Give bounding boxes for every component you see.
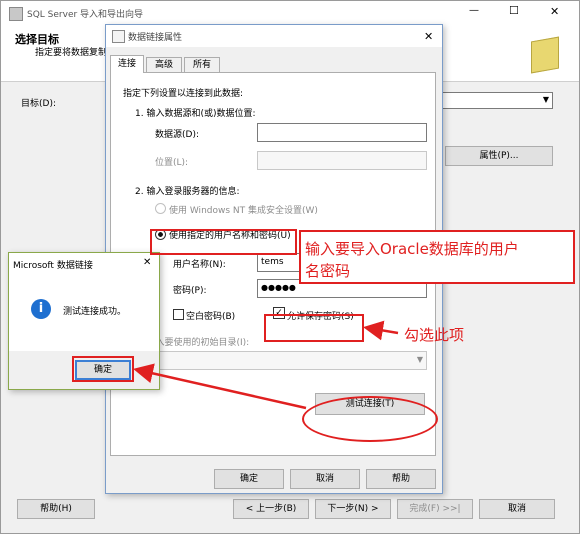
ok-arrow bbox=[133, 363, 307, 410]
check-arrow bbox=[363, 320, 399, 341]
tab-connection[interactable]: 连接 bbox=[110, 55, 144, 73]
annotation-arrows bbox=[133, 320, 399, 410]
